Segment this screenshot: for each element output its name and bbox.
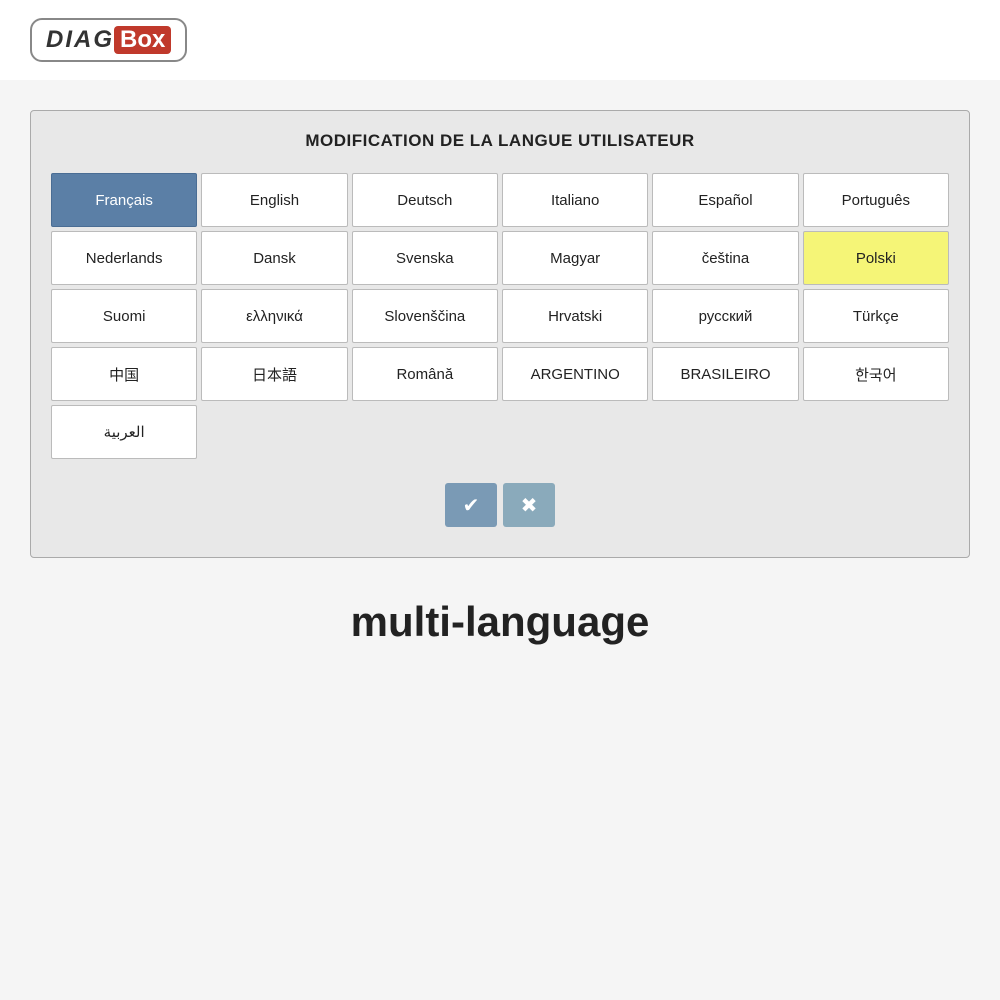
lang-btn-hrvatski[interactable]: Hrvatski	[502, 289, 648, 343]
lang-btn-japanese[interactable]: 日本語	[201, 347, 347, 401]
lang-btn-russian[interactable]: русский	[652, 289, 798, 343]
lang-btn-brasileiro[interactable]: BRASILEIRO	[652, 347, 798, 401]
lang-btn-espanol[interactable]: Español	[652, 173, 798, 227]
languages-grid: FrançaisEnglishDeutschItalianoEspañolPor…	[51, 173, 949, 459]
lang-btn-svenska[interactable]: Svenska	[352, 231, 498, 285]
logo-g-text: G	[93, 26, 112, 54]
lang-btn-portugues[interactable]: Português	[803, 173, 949, 227]
lang-btn-ellinika[interactable]: ελληνικά	[201, 289, 347, 343]
lang-btn-francais[interactable]: Français	[51, 173, 197, 227]
page-wrapper: D I A G Box MODIFICATION DE LA LANGUE UT…	[0, 0, 1000, 1000]
lang-btn-deutsch[interactable]: Deutsch	[352, 173, 498, 227]
logo-diag-text: D	[46, 26, 63, 54]
lang-btn-argentino[interactable]: ARGENTINO	[502, 347, 648, 401]
lang-btn-arabic[interactable]: العربية	[51, 405, 197, 459]
language-dialog: MODIFICATION DE LA LANGUE UTILISATEUR Fr…	[30, 110, 970, 558]
lang-btn-english[interactable]: English	[201, 173, 347, 227]
lang-btn-korean[interactable]: 한국어	[803, 347, 949, 401]
lang-btn-turkce[interactable]: Türkçe	[803, 289, 949, 343]
header: D I A G Box	[0, 0, 1000, 80]
logo-container: D I A G Box	[30, 18, 187, 62]
lang-btn-dansk[interactable]: Dansk	[201, 231, 347, 285]
lang-btn-nederlands[interactable]: Nederlands	[51, 231, 197, 285]
lang-btn-italiano[interactable]: Italiano	[502, 173, 648, 227]
logo-box-part: Box	[114, 26, 171, 54]
lang-btn-magyar[interactable]: Magyar	[502, 231, 648, 285]
logo-i-text: I	[65, 26, 72, 54]
cancel-button[interactable]: ✖	[503, 483, 555, 527]
diagbox-logo: D I A G Box	[30, 18, 187, 62]
lang-btn-slovenscina[interactable]: Slovenščina	[352, 289, 498, 343]
lang-btn-cestina[interactable]: čeština	[652, 231, 798, 285]
lang-btn-chinese[interactable]: 中国	[51, 347, 197, 401]
lang-btn-suomi[interactable]: Suomi	[51, 289, 197, 343]
lang-btn-romana[interactable]: Română	[352, 347, 498, 401]
lang-btn-polski[interactable]: Polski	[803, 231, 949, 285]
bottom-caption: multi-language	[351, 598, 650, 646]
dialog-title: MODIFICATION DE LA LANGUE UTILISATEUR	[51, 131, 949, 151]
logo-a-text: A	[74, 26, 91, 54]
dialog-actions: ✔ ✖	[51, 483, 949, 527]
confirm-button[interactable]: ✔	[445, 483, 497, 527]
